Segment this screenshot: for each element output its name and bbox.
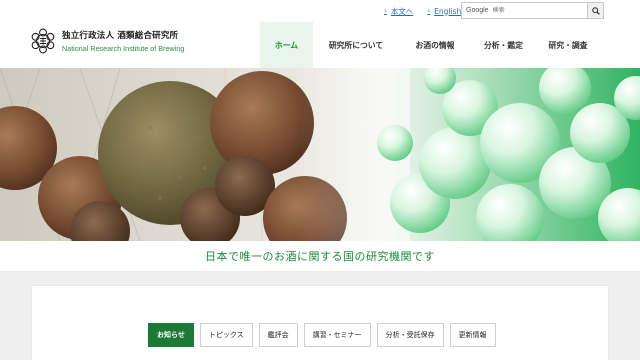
search-input[interactable] [488,3,589,18]
nav-sake-info[interactable]: お酒の情報 [399,22,471,68]
skip-to-content-label: 本文へ [390,6,414,16]
hero-tagline: 日本で唯一のお酒に関する国の研究機関です [205,250,435,263]
tab-updates[interactable]: 更新情報 [449,323,496,347]
site-header: › 本文へ › English Google 検索 独立行政法人 酒類総合研究所… [0,0,640,68]
nav-about[interactable]: 研究所について [313,22,399,68]
english-link[interactable]: › English [427,7,461,16]
news-tabs: お知らせ トピックス 鑑評会 講習・セミナー 分析・受託保存 更新情報 [148,323,502,347]
tab-topics[interactable]: トピックス [199,323,253,347]
search-icon [591,6,600,15]
nav-home[interactable]: ホーム [260,22,313,68]
tab-competitions[interactable]: 鑑評会 [258,323,298,347]
tagline-band: 日本で唯一のお酒に関する国の研究機関です [0,241,640,271]
site-search: Google [461,2,604,19]
tab-seminars[interactable]: 講習・セミナー [303,323,371,347]
arrow-right-icon: › [384,7,387,15]
hero-image [0,68,640,241]
main-nav: ホーム 研究所について お酒の情報 分析・鑑定 研究・調査 [260,22,600,68]
arrow-right-icon: › [427,7,431,15]
org-name-jp: 独立行政法人 酒類総合研究所 [62,31,179,41]
site-logo[interactable]: 独立行政法人 酒類総合研究所 National Research Institu… [30,28,184,54]
org-name-en: National Research Institute of Brewing [62,44,185,53]
skip-to-content-link[interactable]: › 本文へ [384,6,413,17]
tab-analysis-storage[interactable]: 分析・受託保存 [376,323,444,347]
search-button[interactable] [587,2,604,19]
google-brand-label: Google [466,7,489,14]
tab-announcements[interactable]: お知らせ [148,323,194,347]
nav-research[interactable]: 研究・調査 [536,22,600,68]
english-label: English [434,6,462,16]
hero-banner [0,68,640,241]
institute-emblem-icon [31,28,55,54]
nav-analysis[interactable]: 分析・鑑定 [471,22,536,68]
